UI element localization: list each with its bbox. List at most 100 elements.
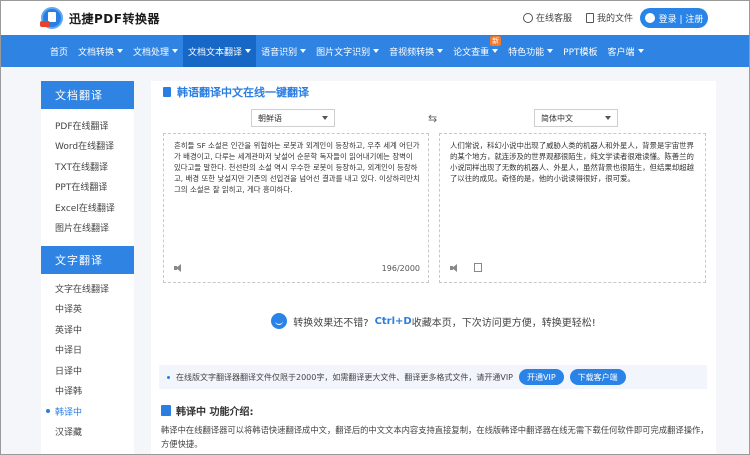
- main-content: 韩语翻译中文在线一键翻译 朝鲜语 ⇆ 简体中文 흔히들 SF 소설은 인간을 위…: [151, 81, 716, 454]
- nav-label: 文档转换: [78, 47, 115, 58]
- nav-paper-check[interactable]: 论文查重新: [448, 35, 503, 67]
- sidebar-item-image[interactable]: 图片在线翻译: [41, 218, 134, 239]
- nav-home[interactable]: 首页: [45, 35, 73, 67]
- chevron-down-icon: [605, 116, 611, 120]
- source-textarea[interactable]: 흔히들 SF 소설은 인간을 위협하는 로봇과 외계인이 등장하고, 우주 세계…: [174, 140, 420, 195]
- nav-label: 文档处理: [133, 47, 170, 58]
- sidebar-item-zh-en[interactable]: 中译英: [41, 299, 134, 320]
- nav-label: 音视频转换: [389, 47, 435, 58]
- headset-icon: [523, 12, 533, 23]
- nav-doc-translate[interactable]: 文档文本翻译: [183, 35, 257, 67]
- page-title-text: 韩语翻译中文在线一键翻译: [177, 86, 309, 99]
- nav-av-convert[interactable]: 音视频转换: [384, 35, 448, 67]
- top-header: 迅捷PDF转换器 在线客服 我的文件 登录 | 注册: [1, 1, 749, 35]
- chevron-down-icon: [492, 49, 499, 53]
- active-dot-icon: [46, 409, 50, 414]
- logo[interactable]: 迅捷PDF转换器: [40, 7, 160, 29]
- page-title: 韩语翻译中文在线一键翻译: [163, 84, 309, 100]
- chevron-down-icon: [373, 49, 380, 53]
- nav-ocr[interactable]: 图片文字识别: [311, 35, 384, 67]
- new-badge: 新: [490, 36, 502, 46]
- chevron-down-icon: [172, 49, 179, 53]
- sidebar-item-ppt[interactable]: PPT在线翻译: [41, 177, 134, 198]
- target-language-value: 简体中文: [541, 113, 573, 123]
- smile-icon: [271, 313, 288, 329]
- browser-frame: 迅捷PDF转换器 在线客服 我的文件 登录 | 注册 首页 文档转换 文档处理 …: [0, 0, 750, 455]
- nav-label: 图片文字识别: [316, 47, 371, 58]
- copy-icon[interactable]: [474, 263, 482, 272]
- nav-label: 文档文本翻译: [188, 47, 243, 58]
- sidebar-item-excel[interactable]: Excel在线翻译: [41, 197, 134, 218]
- main-nav: 首页 文档转换 文档处理 文档文本翻译 语音识别 图片文字识别 音视频转换 论文…: [1, 35, 749, 67]
- nav-label: PPT模板: [563, 47, 598, 58]
- sidebar-item-zh-ja[interactable]: 中译日: [41, 340, 134, 361]
- sidebar-item-ja-zh[interactable]: 日译中: [41, 360, 134, 381]
- file-icon: [586, 12, 595, 23]
- my-files-label: 我的文件: [597, 14, 634, 24]
- translated-text: 人们常说，科幻小说中出现了威胁人类的机器人和外星人，背景是宇宙世界的某个地方，就…: [450, 141, 694, 183]
- speaker-icon[interactable]: [174, 264, 184, 272]
- vip-notice: 在线版文字翻译器翻译文件仅限于2000字，如需翻译更大文件、翻译更多格式文件，请…: [159, 365, 707, 389]
- promo-text-before: 转换效果还不错?: [293, 317, 369, 329]
- source-text-panel[interactable]: 흔히들 SF 소설은 인간을 위협하는 로봇과 외계인이 등장하고, 우주 세계…: [163, 133, 429, 283]
- online-service-label: 在线客服: [536, 14, 573, 24]
- logo-icon: [40, 7, 63, 29]
- promo-text-after: 收藏本页，下次访问更方便，转换更轻松!: [411, 317, 596, 329]
- source-language-value: 朝鲜语: [258, 113, 282, 123]
- sidebar-item-en-zh[interactable]: 英译中: [41, 319, 134, 340]
- nav-features[interactable]: 特色功能: [503, 35, 558, 67]
- sidebar: 文档翻译 PDF在线翻译 Word在线翻译 TXT在线翻译 PPT在线翻译 Ex…: [41, 81, 134, 454]
- target-text-panel: 人们常说，科幻小说中出现了威胁人类的机器人和外星人，背景是宇宙世界的某个地方，就…: [439, 133, 706, 283]
- online-service-link[interactable]: 在线客服: [523, 11, 572, 24]
- chevron-down-icon: [547, 49, 554, 53]
- login-button[interactable]: 登录 | 注册: [640, 8, 708, 28]
- chevron-down-icon: [117, 49, 124, 53]
- sidebar-item-zh-bo[interactable]: 汉译藏: [41, 422, 134, 443]
- intro-body: 韩译中在线翻译器可以将韩语快速翻译成中文，翻译后的中文文本内容支持直接复制，在线…: [161, 425, 709, 449]
- sidebar-item-ko-zh[interactable]: 韩译中: [41, 401, 134, 422]
- chevron-down-icon: [322, 116, 328, 120]
- my-files-link[interactable]: 我的文件: [586, 11, 633, 24]
- char-counter: 196/2000: [381, 264, 420, 273]
- nav-doc-process[interactable]: 文档处理: [128, 35, 183, 67]
- open-vip-button[interactable]: 开通VIP: [519, 369, 564, 385]
- chevron-down-icon: [437, 49, 444, 53]
- nav-doc-convert[interactable]: 文档转换: [73, 35, 128, 67]
- bullet-icon: [167, 375, 170, 379]
- download-client-button[interactable]: 下载客户端: [569, 369, 626, 385]
- target-language-select[interactable]: 简体中文: [534, 109, 618, 127]
- sidebar-heading-doc-translate: 文档翻译: [41, 81, 134, 109]
- source-language-select[interactable]: 朝鲜语: [251, 109, 335, 127]
- chevron-down-icon: [300, 49, 307, 53]
- sidebar-item-text-online[interactable]: 文字在线翻译: [41, 278, 134, 299]
- document-icon: [163, 87, 171, 97]
- top-links: 在线客服 我的文件: [523, 11, 633, 24]
- book-icon: [161, 405, 171, 416]
- speaker-icon[interactable]: [450, 264, 460, 272]
- login-label: 登录 | 注册: [658, 14, 704, 25]
- bookmark-promo: 转换效果还不错? Ctrl+D 收藏本页，下次访问更方便，转换更轻松!: [151, 313, 716, 329]
- nav-ppt[interactable]: PPT模板: [558, 35, 602, 67]
- chevron-down-icon: [245, 49, 252, 53]
- sidebar-item-pdf[interactable]: PDF在线翻译: [41, 115, 134, 136]
- nav-label: 首页: [50, 47, 69, 58]
- intro-heading: 韩译中 功能介绍:: [161, 403, 253, 418]
- chevron-down-icon: [637, 49, 644, 53]
- notice-text: 在线版文字翻译器翻译文件仅限于2000字，如需翻译更大文件、翻译更多格式文件，请…: [176, 372, 514, 382]
- intro-heading-text: 韩译中 功能介绍:: [176, 407, 254, 418]
- promo-shortcut: Ctrl+D: [374, 315, 412, 327]
- nav-speech[interactable]: 语音识别: [256, 35, 311, 67]
- sidebar-item-txt[interactable]: TXT在线翻译: [41, 156, 134, 177]
- user-icon: [644, 13, 655, 23]
- sidebar-item-word[interactable]: Word在线翻译: [41, 136, 134, 157]
- nav-client[interactable]: 客户端: [603, 35, 649, 67]
- nav-label: 语音识别: [261, 47, 298, 58]
- sidebar-item-label: 韩译中: [55, 407, 83, 418]
- logo-text: 迅捷PDF转换器: [69, 11, 160, 26]
- sidebar-heading-text-translate: 文字翻译: [41, 246, 134, 274]
- swap-languages-icon[interactable]: ⇆: [428, 112, 437, 125]
- nav-label: 客户端: [607, 47, 635, 58]
- sidebar-item-zh-ko[interactable]: 中译韩: [41, 381, 134, 402]
- nav-label: 特色功能: [508, 47, 545, 58]
- nav-label: 论文查重: [453, 47, 490, 58]
